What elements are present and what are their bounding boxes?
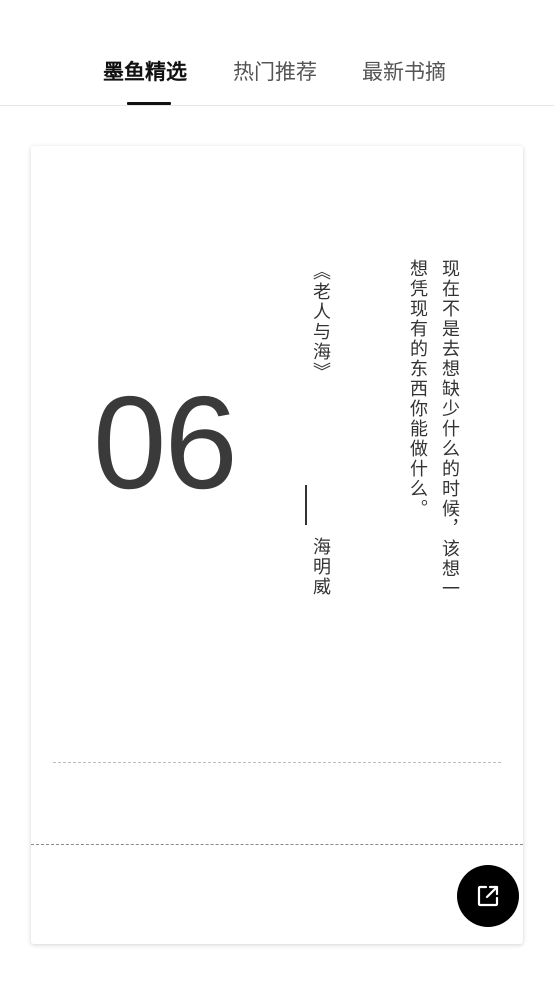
divider-dashed-light	[53, 762, 501, 763]
share-external-icon	[477, 885, 499, 907]
active-tab-indicator	[127, 102, 171, 105]
tab-popular[interactable]: 热门推荐	[233, 57, 317, 87]
tab-featured[interactable]: 墨鱼精选	[103, 57, 187, 87]
quote-card[interactable]: · · 06 现在不是去想缺少什么的时候，该想一想凭现有的东西你能做什么。 《老…	[31, 146, 523, 944]
share-button[interactable]	[457, 865, 519, 927]
tab-latest-excerpts[interactable]: 最新书摘	[362, 57, 446, 87]
author-dash	[305, 485, 307, 525]
divider-dashed	[31, 844, 523, 845]
book-title: 《老人与海》	[310, 262, 331, 382]
tab-bar: 墨鱼精选 热门推荐 最新书摘	[0, 0, 554, 106]
quote-text: 现在不是去想缺少什么的时候，该想一想凭现有的东西你能做什么。	[407, 259, 460, 599]
day-number: 06	[93, 369, 238, 516]
author-name: 海明威	[310, 537, 331, 597]
clipped-header-glyphs: · ·	[149, 146, 209, 150]
